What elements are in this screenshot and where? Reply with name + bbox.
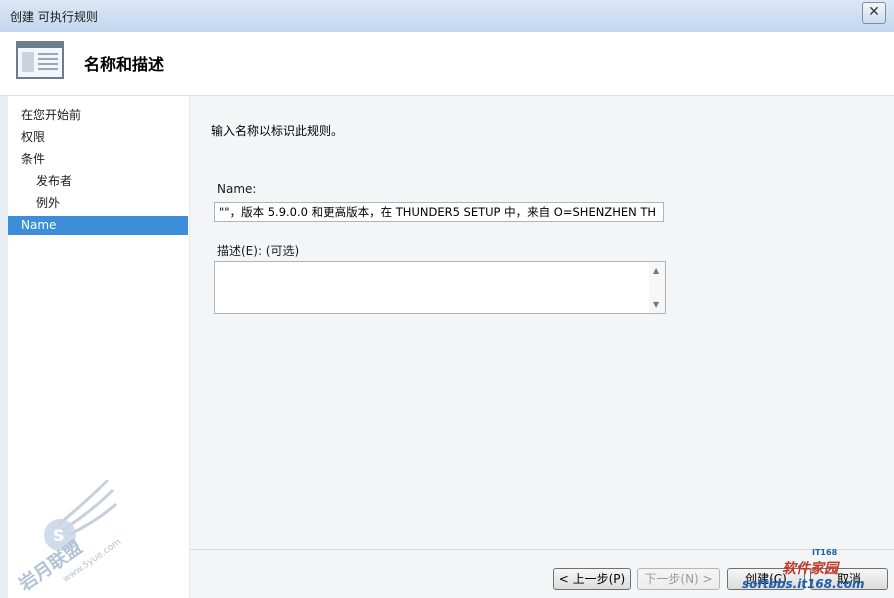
description-textarea[interactable]: ▲ ▼ [214,261,666,314]
description-label: 描述(E): (可选) [217,244,300,258]
nav-stripe [0,96,8,598]
watermark-brand: 软件家园 [782,561,838,577]
main-panel: 输入名称以标识此规则。 Name: ""，版本 5.9.0.0 和更高版本，在 … [190,96,894,598]
nav-step-exceptions[interactable]: 例外 [8,194,216,213]
scroll-up-icon[interactable]: ▲ [653,266,659,275]
instruction-text: 输入名称以标识此规则。 [211,124,344,138]
nav-step-publisher[interactable]: 发布者 [8,172,216,191]
description-scrollbar[interactable]: ▲ ▼ [649,262,665,313]
window-title: 创建 可执行规则 [10,10,98,24]
nav-step-permissions[interactable]: 权限 [8,128,201,147]
watermark-badge: IT168 [812,548,838,557]
watermark-5yue: S 岩月联盟 www.5yue.com [8,478,128,595]
watermark-right-url: softbbs.it168.com [742,577,865,591]
name-label: Name: [217,182,257,196]
wizard-header: 名称和描述 [0,32,894,96]
page-title: 名称和描述 [84,55,165,74]
title-bar: 创建 可执行规则 ✕ [0,0,894,32]
previous-button[interactable]: < 上一步(P) [553,568,631,590]
rule-wizard-window: 创建 可执行规则 ✕ 名称和描述 在您开始前 权限 条件 发布者 例外 Name… [0,0,894,598]
next-button[interactable]: 下一步(N) > [637,568,720,590]
nav-step-name[interactable]: Name [8,216,188,235]
scroll-down-icon[interactable]: ▼ [653,300,659,309]
nav-step-before-you-begin[interactable]: 在您开始前 [8,106,201,125]
name-input[interactable]: ""，版本 5.9.0.0 和更高版本，在 THUNDER5 SETUP 中，来… [214,202,664,222]
watermark-it168: IT168 软件家园 softbbs.it168.com [742,548,892,596]
window-list-icon [16,41,64,79]
close-button[interactable]: ✕ [862,2,886,24]
nav-step-conditions[interactable]: 条件 [8,150,201,169]
